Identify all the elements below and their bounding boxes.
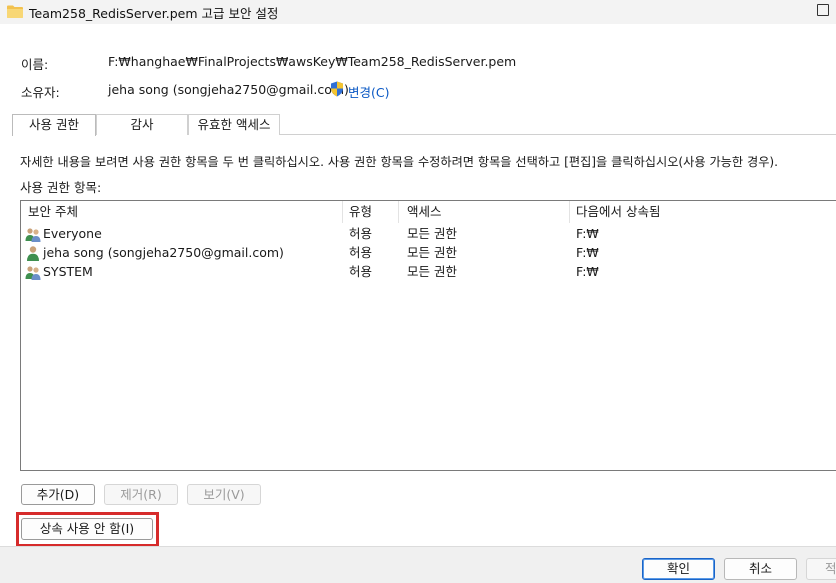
type-cell: 허용 bbox=[349, 245, 373, 260]
tab-auditing[interactable]: 감사 bbox=[96, 114, 188, 135]
entries-label: 사용 권한 항목: bbox=[20, 180, 102, 195]
table-row[interactable]: jeha song (songjeha2750@gmail.com) 허용 모든… bbox=[21, 243, 836, 262]
column-header-inherited-from[interactable]: 다음에서 상속됨 bbox=[569, 201, 660, 223]
name-value: F:₩hanghae₩FinalProjects₩awsKey₩Team258_… bbox=[108, 54, 517, 69]
group-icon bbox=[25, 228, 41, 242]
column-separator[interactable] bbox=[398, 201, 399, 223]
tab-permissions[interactable]: 사용 권한 bbox=[12, 114, 96, 136]
group-icon bbox=[25, 266, 41, 280]
maximize-button[interactable] bbox=[817, 4, 829, 16]
inherited-cell: F:₩ bbox=[576, 226, 599, 241]
type-cell: 허용 bbox=[349, 226, 373, 241]
type-cell: 허용 bbox=[349, 264, 373, 279]
access-cell: 모든 권한 bbox=[407, 264, 457, 279]
column-header-type[interactable]: 유형 bbox=[342, 201, 372, 223]
user-icon bbox=[27, 246, 39, 261]
title-bar: Team258_RedisServer.pem 고급 보안 설정 bbox=[0, 0, 836, 24]
owner-label: 소유자: bbox=[21, 85, 60, 100]
access-cell: 모든 권한 bbox=[407, 245, 457, 260]
uac-shield-icon bbox=[331, 81, 343, 97]
owner-value: jeha song (songjeha2750@gmail.com) bbox=[108, 82, 349, 97]
principal-cell: SYSTEM bbox=[43, 264, 93, 279]
inherited-cell: F:₩ bbox=[576, 264, 599, 279]
info-text: 자세한 내용을 보려면 사용 권한 항목을 두 번 클릭하십시오. 사용 권한 … bbox=[20, 155, 779, 169]
cancel-button[interactable]: 취소 bbox=[724, 558, 797, 580]
view-button[interactable]: 보기(V) bbox=[187, 484, 261, 505]
inherited-cell: F:₩ bbox=[576, 245, 599, 260]
remove-button[interactable]: 제거(R) bbox=[104, 484, 178, 505]
permission-entries-list[interactable]: 보안 주체 유형 액세스 다음에서 상속됨 Everyone 허용 모든 권한 … bbox=[20, 200, 836, 471]
table-row[interactable]: Everyone 허용 모든 권한 F:₩ bbox=[21, 224, 836, 243]
principal-cell: jeha song (songjeha2750@gmail.com) bbox=[43, 245, 284, 260]
tab-effective-access[interactable]: 유효한 액세스 bbox=[188, 114, 280, 135]
column-header-principal[interactable]: 보안 주체 bbox=[21, 201, 78, 223]
folder-icon bbox=[7, 5, 23, 18]
apply-button[interactable]: 적 bbox=[806, 558, 836, 580]
column-header-access[interactable]: 액세스 bbox=[400, 201, 442, 223]
access-cell: 모든 권한 bbox=[407, 226, 457, 241]
principal-cell: Everyone bbox=[43, 226, 102, 241]
ok-button[interactable]: 확인 bbox=[642, 558, 715, 580]
table-row[interactable]: SYSTEM 허용 모든 권한 F:₩ bbox=[21, 262, 836, 281]
name-label: 이름: bbox=[21, 57, 49, 72]
change-owner-link[interactable]: 변경(C) bbox=[348, 82, 389, 101]
window-title: Team258_RedisServer.pem 고급 보안 설정 bbox=[29, 6, 279, 21]
add-button[interactable]: 추가(D) bbox=[21, 484, 95, 505]
disable-inheritance-button[interactable]: 상속 사용 안 함(I) bbox=[21, 518, 153, 540]
